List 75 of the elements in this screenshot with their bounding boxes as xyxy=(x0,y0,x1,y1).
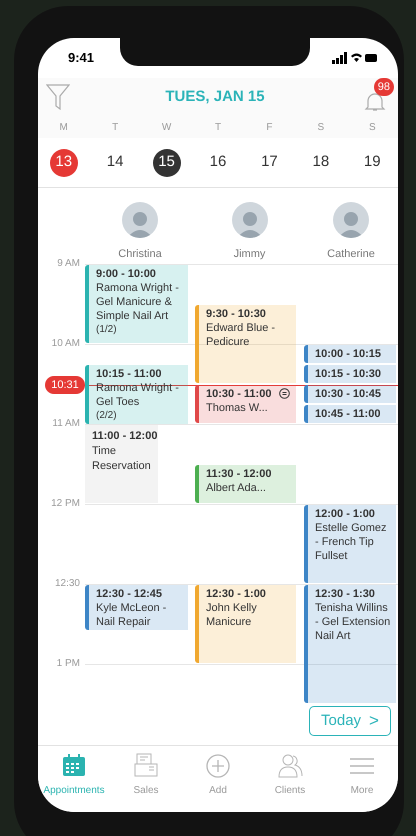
appointment-time: 10:00 - 10:15 xyxy=(315,347,382,361)
appointment-block[interactable]: 10:45 - 11:00 xyxy=(304,405,396,423)
add-icon xyxy=(204,752,232,779)
appointment-block[interactable]: 9:00 - 10:00 Ramona Wright - Gel Manicure & Simple Nail Art (1/2) xyxy=(85,265,188,343)
appointment-time: 10:45 - 11:00 xyxy=(315,407,380,421)
appointment-block[interactable]: 11:30 - 12:00 Albert Ada... xyxy=(195,465,296,503)
date-button[interactable]: 17 xyxy=(255,148,284,176)
appointment-block[interactable]: 10:15 - 10:30 xyxy=(304,365,396,383)
appointment-time: 10:15 - 10:30 xyxy=(315,367,382,381)
bell-icon xyxy=(364,92,386,112)
appointment-time: 12:30 - 1:00 xyxy=(206,587,266,601)
appointment-time: 11:30 - 12:00 xyxy=(206,467,272,481)
time-label: 12 PM xyxy=(50,498,80,510)
date-button[interactable]: 13 xyxy=(50,148,78,176)
appointment-block[interactable]: 9:30 - 10:30 Edward Blue - Pedicure xyxy=(195,305,296,383)
avatar xyxy=(122,202,158,238)
time-label: 10 AM xyxy=(50,338,80,350)
time-label: 12:30 xyxy=(54,578,80,590)
weekday-label: T xyxy=(111,120,120,134)
appointment-description: Ramona Wright - Gel Manicure & Simple Nail Art xyxy=(96,281,180,323)
appointment-block[interactable]: 12:00 - 1:00 Estelle Gomez - French Tip Fullset xyxy=(304,505,396,583)
appointment-time: 12:30 - 1:30 xyxy=(315,587,375,601)
appointment-block[interactable]: 12:30 - 1:30 Tenisha Willins - Gel Extension Nail Art xyxy=(304,585,396,703)
appointment-description: Thomas W... xyxy=(206,401,269,415)
weekday-label: W xyxy=(160,120,172,134)
weekday-label: S xyxy=(316,120,326,134)
appointment-time: 9:30 - 10:30 xyxy=(206,307,266,321)
time-reservation-block[interactable]: 11:00 - 12:00 Time Reservation xyxy=(85,425,158,503)
appointment-part: (1/2) xyxy=(96,323,118,337)
appointment-description: Edward Blue - Pedicure xyxy=(206,321,276,349)
appointment-description: Time Reservation xyxy=(92,444,152,474)
date-button[interactable]: 16 xyxy=(204,148,232,176)
date-title: TUES, JAN 15 xyxy=(165,86,265,107)
date-button[interactable]: 18 xyxy=(306,148,335,176)
appointment-block[interactable]: 10:30 - 10:45 xyxy=(304,385,396,403)
staff-name: Christina xyxy=(118,247,162,262)
appointment-description: John Kelly Manicure xyxy=(206,601,258,629)
weekday-label: T xyxy=(214,120,222,134)
appointment-time: 11:00 - 12:00 xyxy=(92,429,158,444)
appointment-time: 9:00 - 10:00 xyxy=(96,267,156,281)
appointment-time: 12:00 - 1:00 xyxy=(315,507,375,521)
date-button[interactable]: 19 xyxy=(358,148,386,176)
weekday-label: S xyxy=(368,120,377,134)
avatar xyxy=(333,202,369,238)
appointment-block[interactable]: 12:30 - 1:00 John Kelly Manicure xyxy=(195,585,296,663)
appointment-time: 10:30 - 11:00 xyxy=(206,387,272,401)
time-label: 9 AM xyxy=(56,258,80,270)
cash-register-icon xyxy=(132,752,160,779)
appointment-block[interactable]: 10:30 - 11:00 Thomas W... xyxy=(195,385,296,423)
status-icons xyxy=(332,52,378,64)
status-time: 9:41 xyxy=(68,49,94,68)
appointment-description: Albert Ada... xyxy=(206,481,267,495)
appointment-time: 12:30 - 12:45 xyxy=(96,587,162,601)
appointment-description: Kyle McLeon - Nail Repair xyxy=(96,601,168,629)
weekday-label: M xyxy=(58,120,69,134)
calendar-icon xyxy=(60,752,88,779)
time-label: 11 AM xyxy=(51,418,80,430)
staff-name: Jimmy xyxy=(234,247,266,262)
appointment-time: 10:30 - 10:45 xyxy=(315,387,382,401)
time-label: 1 PM xyxy=(56,658,80,670)
appointment-part: (2/2) xyxy=(96,409,118,423)
date-button[interactable]: 14 xyxy=(101,148,130,176)
weekday-label: F xyxy=(265,120,274,134)
current-time-badge: 10:31 xyxy=(45,376,85,394)
filter-icon[interactable] xyxy=(46,84,70,110)
appointment-description: Estelle Gomez - French Tip Fullset xyxy=(315,521,388,563)
staff-name: Catherine xyxy=(327,247,375,262)
people-icon xyxy=(276,752,304,779)
appointment-description: Tenisha Willins - Gel Extension Nail Art xyxy=(315,601,392,643)
date-button[interactable]: 15 xyxy=(152,148,181,176)
appointment-block[interactable]: 10:00 - 10:15 xyxy=(304,345,396,363)
avatar xyxy=(232,202,268,238)
appointment-block[interactable]: 12:30 - 12:45 Kyle McLeon - Nail Repair xyxy=(85,585,188,630)
appointment-time: 10:15 - 11:00 xyxy=(96,367,162,381)
notification-badge: 98 xyxy=(374,78,394,96)
